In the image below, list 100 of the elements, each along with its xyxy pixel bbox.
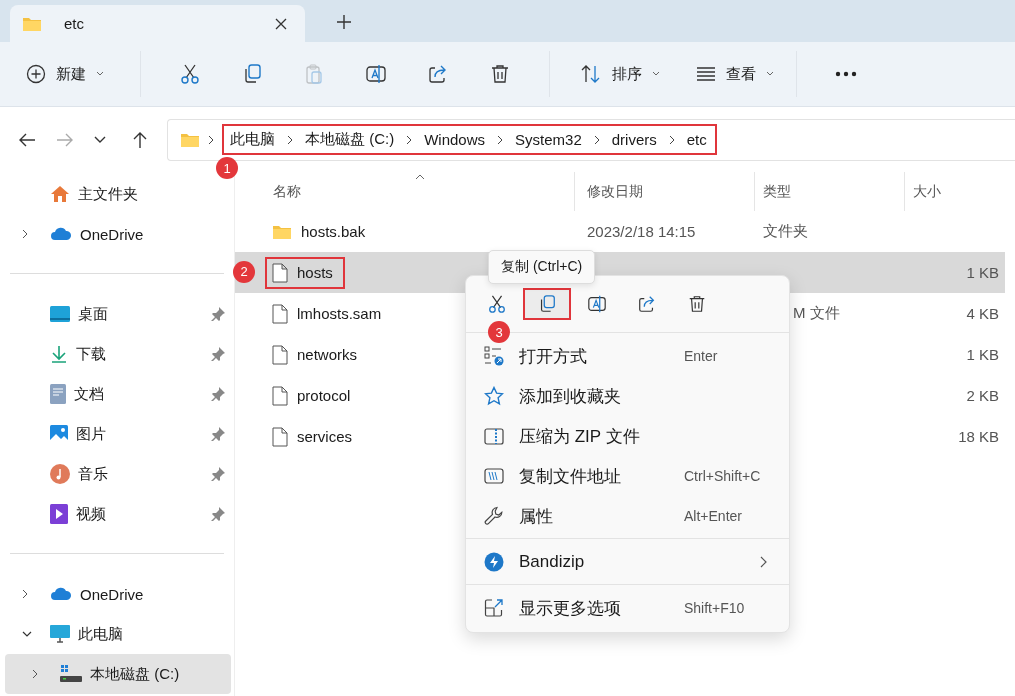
step-badge: 1 (216, 157, 238, 179)
file-name: services (297, 428, 352, 445)
folder-icon (272, 223, 292, 240)
expand-chevron-icon[interactable] (32, 669, 38, 679)
sidebar-item[interactable]: 下载 (5, 334, 231, 374)
sidebar-item[interactable]: 图片 (5, 414, 231, 454)
menu-item[interactable]: 显示更多选项 Shift+F10 (466, 588, 789, 628)
rename-icon (587, 294, 607, 314)
file-icon (272, 262, 288, 283)
folder-icon (22, 15, 42, 32)
view-button[interactable]: 查看 (692, 58, 778, 90)
file-type: 文件夹 (763, 222, 808, 239)
menu-item[interactable]: 添加到收藏夹 (466, 376, 789, 416)
home-icon (50, 185, 70, 203)
file-icon (272, 303, 288, 324)
rename-icon[interactable] (365, 63, 387, 85)
breadcrumb[interactable]: System32 (515, 131, 582, 148)
plus-icon (26, 64, 46, 84)
back-icon[interactable] (18, 131, 36, 148)
menu-item[interactable]: 复制文件地址 Ctrl+Shift+C (466, 456, 789, 496)
caret-icon (652, 71, 660, 77)
monitor-icon (50, 625, 70, 643)
trash-icon (687, 294, 707, 314)
delete-icon[interactable] (489, 63, 511, 85)
chevron-icon (208, 134, 214, 145)
star-icon (484, 386, 504, 406)
sidebar-item[interactable]: 此电脑 (5, 614, 231, 654)
menu-item[interactable]: 属性 Alt+Enter (466, 496, 789, 536)
step-badge: 3 (488, 321, 510, 343)
music-icon (50, 464, 70, 484)
sort-button[interactable]: 排序 (576, 58, 664, 90)
folder-icon (180, 131, 200, 148)
collapse-chevron-icon[interactable] (22, 631, 32, 637)
breadcrumb[interactable]: etc (686, 131, 707, 148)
breadcrumb[interactable]: 本地磁盘 (C:) (305, 130, 395, 149)
history-chevron-icon[interactable] (94, 135, 106, 144)
up-icon[interactable] (132, 130, 148, 149)
window-tab[interactable]: etc (10, 5, 305, 42)
sidebar-item[interactable]: 视频 (5, 494, 231, 534)
expand-chevron-icon[interactable] (22, 229, 28, 239)
share-icon (637, 294, 657, 314)
file-name: networks (297, 346, 358, 363)
sidebar-item[interactable]: OneDrive (5, 574, 231, 614)
zip-folder-icon (484, 427, 504, 445)
step-badge: 2 (233, 260, 255, 283)
file-icon (272, 426, 288, 447)
video-icon (50, 504, 68, 524)
caret-icon (766, 71, 774, 77)
modified-date: 2023/2/18 14:15 (587, 223, 696, 240)
column-header[interactable]: 修改日期 (575, 172, 755, 211)
file-name: protocol (297, 387, 351, 404)
pin-icon[interactable] (211, 507, 225, 521)
file-size: 1 KB (966, 264, 999, 281)
chevron-icon (287, 134, 293, 145)
wrench-icon (484, 506, 504, 526)
tooltip: 复制 (Ctrl+C) (488, 250, 596, 284)
download-icon (50, 345, 68, 363)
open-with-icon (484, 346, 504, 366)
file-name: lmhosts.sam (297, 305, 382, 322)
file-name: hosts (297, 264, 333, 281)
pin-icon[interactable] (211, 467, 225, 481)
column-header[interactable]: 名称 (235, 172, 575, 211)
breadcrumb[interactable]: 此电脑 (230, 130, 275, 149)
list-view-icon (696, 66, 716, 82)
new-tab-icon[interactable] (337, 15, 351, 29)
expand-chevron-icon[interactable] (22, 589, 28, 599)
scissors-icon (487, 294, 507, 314)
sidebar-item[interactable]: 桌面 (5, 294, 231, 334)
column-header[interactable]: 类型 (755, 172, 905, 211)
cut-icon[interactable] (179, 63, 201, 85)
chevron-icon (406, 134, 413, 145)
chevron-icon (593, 134, 600, 145)
bandizip-icon (484, 552, 504, 572)
new-button[interactable]: 新建 (22, 58, 108, 90)
file-size: 18 KB (958, 428, 999, 445)
breadcrumb[interactable]: Windows (424, 131, 486, 148)
file-name: hosts.bak (301, 223, 366, 240)
sidebar-item[interactable]: OneDrive (5, 214, 231, 254)
caret-icon (96, 71, 104, 77)
pin-icon[interactable] (211, 387, 225, 401)
pin-icon[interactable] (211, 307, 225, 321)
chevron-icon (668, 134, 675, 145)
menu-item[interactable]: Bandizip (466, 542, 789, 582)
menu-item[interactable]: 压缩为 ZIP 文件 (466, 416, 789, 456)
document-icon (50, 384, 66, 404)
shortcut-text: Shift+F10 (684, 600, 746, 616)
expand-window-icon (484, 598, 504, 618)
close-icon[interactable] (275, 17, 287, 30)
breadcrumb[interactable]: drivers (611, 131, 657, 148)
pin-icon[interactable] (211, 347, 225, 361)
file-type: M 文件 (793, 304, 840, 321)
desktop-icon (50, 306, 70, 322)
sidebar-item[interactable]: 本地磁盘 (C:) (5, 654, 231, 694)
sort-caret-icon (415, 174, 425, 180)
sidebar-item[interactable]: 音乐 (5, 454, 231, 494)
more-icon[interactable] (835, 71, 857, 77)
shortcut-text: Alt+Enter (684, 508, 743, 524)
sidebar-item[interactable]: 文档 (5, 374, 231, 414)
pin-icon[interactable] (211, 427, 225, 441)
file-size: 2 KB (966, 387, 999, 404)
